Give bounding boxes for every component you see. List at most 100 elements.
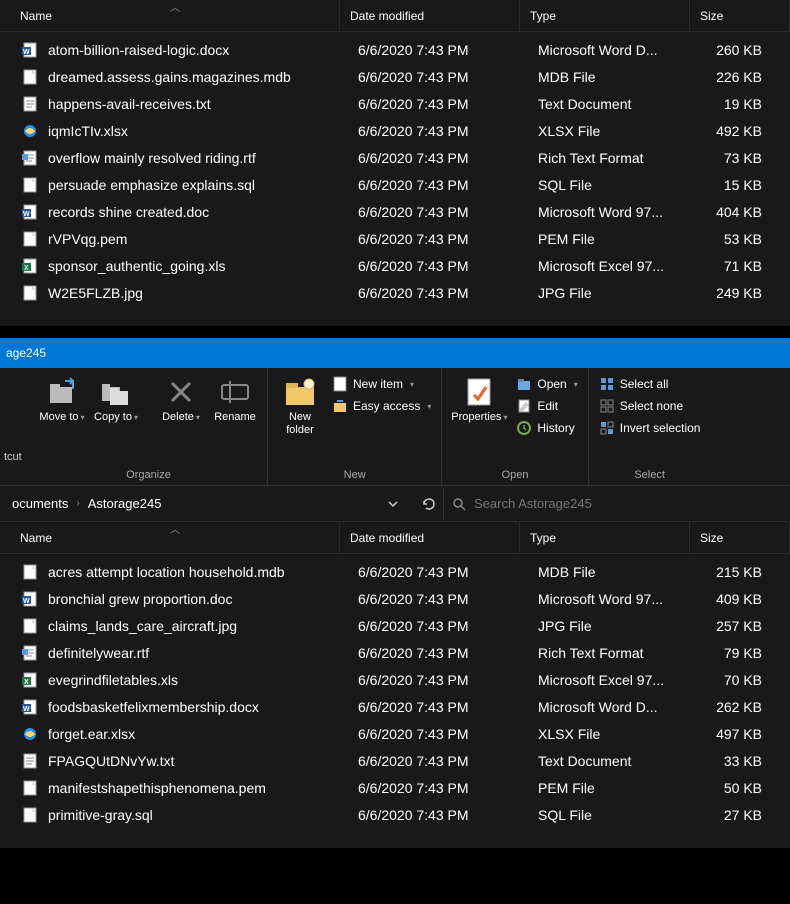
file-type-icon: X [20, 256, 40, 276]
file-name: W2E5FLZB.jpg [48, 285, 358, 301]
window-title-bar[interactable]: age245 [0, 338, 790, 368]
file-size: 71 KB [708, 258, 790, 274]
file-pane-bottom: ︿ Name Date modified Type Size acres att… [0, 522, 790, 848]
ribbon: tcut Move to▾ Copy to▾ Delete▾ Rename Or… [0, 368, 790, 486]
select-none-icon [599, 398, 615, 414]
file-size: 492 KB [708, 123, 790, 139]
file-date: 6/6/2020 7:43 PM [358, 42, 538, 58]
file-date: 6/6/2020 7:43 PM [358, 726, 538, 742]
breadcrumb-item[interactable]: ocuments [8, 494, 72, 513]
file-row[interactable]: Xevegrindfiletables.xls6/6/2020 7:43 PMM… [0, 666, 790, 693]
file-date: 6/6/2020 7:43 PM [358, 204, 538, 220]
search-input[interactable] [474, 496, 782, 511]
file-row[interactable]: claims_lands_care_aircraft.jpg6/6/2020 7… [0, 612, 790, 639]
column-header-size[interactable]: Size [690, 0, 790, 31]
file-row[interactable]: Watom-billion-raised-logic.docx6/6/2020 … [0, 36, 790, 63]
file-size: 27 KB [708, 807, 790, 823]
invert-selection-button[interactable]: Invert selection [595, 418, 705, 438]
file-date: 6/6/2020 7:43 PM [358, 753, 538, 769]
file-row[interactable]: rVPVqg.pem6/6/2020 7:43 PMPEM File53 KB [0, 225, 790, 252]
delete-button[interactable]: Delete▾ [155, 372, 207, 428]
file-name: definitelywear.rtf [48, 645, 358, 661]
file-type-icon [20, 805, 40, 825]
open-button[interactable]: Open▾ [512, 374, 581, 394]
file-type: PEM File [538, 780, 708, 796]
file-type-icon [20, 94, 40, 114]
rename-button[interactable]: Rename [209, 372, 261, 428]
window-title: age245 [6, 346, 46, 360]
file-type: MDB File [538, 69, 708, 85]
navigation-bar: ocuments › Astorage245 [0, 486, 790, 522]
file-size: 409 KB [708, 591, 790, 607]
file-row[interactable]: definitelywear.rtf6/6/2020 7:43 PMRich T… [0, 639, 790, 666]
file-row[interactable]: forget.ear.xlsx6/6/2020 7:43 PMXLSX File… [0, 720, 790, 747]
file-type-icon [20, 229, 40, 249]
file-name: happens-avail-receives.txt [48, 96, 358, 112]
breadcrumb[interactable]: ocuments › Astorage245 [0, 490, 415, 518]
new-item-icon [332, 376, 348, 392]
column-header-date[interactable]: Date modified [340, 522, 520, 553]
file-name: dreamed.assess.gains.magazines.mdb [48, 69, 358, 85]
move-to-button[interactable]: Move to▾ [36, 372, 88, 428]
file-row[interactable]: primitive-gray.sql6/6/2020 7:43 PMSQL Fi… [0, 801, 790, 828]
file-row[interactable]: happens-avail-receives.txt6/6/2020 7:43 … [0, 90, 790, 117]
file-row[interactable]: acres attempt location household.mdb6/6/… [0, 558, 790, 585]
file-row[interactable]: iqmIcTIv.xlsx6/6/2020 7:43 PMXLSX File49… [0, 117, 790, 144]
new-item-button[interactable]: New item▾ [328, 374, 435, 394]
ribbon-group-select: Select all Select none Invert selection … [589, 368, 711, 485]
ribbon-group-open: Properties▾ Open▾ Edit History Open [442, 368, 588, 485]
file-row[interactable]: Xsponsor_authentic_going.xls6/6/2020 7:4… [0, 252, 790, 279]
svg-text:W: W [23, 211, 30, 218]
history-button[interactable]: History [512, 418, 581, 438]
file-date: 6/6/2020 7:43 PM [358, 564, 538, 580]
file-row[interactable]: persuade emphasize explains.sql6/6/2020 … [0, 171, 790, 198]
file-type-icon: W [20, 589, 40, 609]
file-type-icon: W [20, 697, 40, 717]
file-row[interactable]: Wbronchial grew proportion.doc6/6/2020 7… [0, 585, 790, 612]
file-type: JPG File [538, 285, 708, 301]
refresh-button[interactable] [415, 490, 443, 518]
file-type-icon [20, 283, 40, 303]
copy-to-button[interactable]: Copy to▾ [90, 372, 142, 428]
column-header-date[interactable]: Date modified [340, 0, 520, 31]
breadcrumb-item[interactable]: Astorage245 [84, 494, 166, 513]
properties-button[interactable]: Properties▾ [448, 372, 510, 428]
file-type: XLSX File [538, 726, 708, 742]
file-size: 262 KB [708, 699, 790, 715]
column-header-type[interactable]: Type [520, 0, 690, 31]
delete-icon [165, 376, 197, 408]
ribbon-cut-fragment: tcut [0, 368, 30, 485]
column-header-size[interactable]: Size [690, 522, 790, 553]
search-icon [452, 497, 466, 511]
history-icon [516, 420, 532, 436]
file-name: persuade emphasize explains.sql [48, 177, 358, 193]
column-header-row: ︿ Name Date modified Type Size [0, 522, 790, 554]
file-type-icon [20, 616, 40, 636]
new-folder-button[interactable]: New folder [274, 372, 326, 441]
search-box[interactable] [443, 488, 790, 520]
column-header-type[interactable]: Type [520, 522, 690, 553]
file-size: 404 KB [708, 204, 790, 220]
file-name: iqmIcTIv.xlsx [48, 123, 358, 139]
file-name: acres attempt location household.mdb [48, 564, 358, 580]
breadcrumb-dropdown-icon[interactable] [379, 490, 407, 518]
file-row[interactable]: Wrecords shine created.doc6/6/2020 7:43 … [0, 198, 790, 225]
move-to-icon [46, 376, 78, 408]
properties-icon [463, 376, 495, 408]
file-row[interactable]: overflow mainly resolved riding.rtf6/6/2… [0, 144, 790, 171]
select-all-button[interactable]: Select all [595, 374, 705, 394]
file-row[interactable]: Wfoodsbasketfelixmembership.docx6/6/2020… [0, 693, 790, 720]
file-type: Text Document [538, 96, 708, 112]
file-row[interactable]: manifestshapethisphenomena.pem6/6/2020 7… [0, 774, 790, 801]
edit-button[interactable]: Edit [512, 396, 581, 416]
easy-access-button[interactable]: Easy access▾ [328, 396, 435, 416]
file-row[interactable]: dreamed.assess.gains.magazines.mdb6/6/20… [0, 63, 790, 90]
file-row[interactable]: W2E5FLZB.jpg6/6/2020 7:43 PMJPG File249 … [0, 279, 790, 306]
file-name: overflow mainly resolved riding.rtf [48, 150, 358, 166]
file-date: 6/6/2020 7:43 PM [358, 807, 538, 823]
file-date: 6/6/2020 7:43 PM [358, 780, 538, 796]
file-type: XLSX File [538, 123, 708, 139]
select-none-button[interactable]: Select none [595, 396, 705, 416]
file-row[interactable]: FPAGQUtDNvYw.txt6/6/2020 7:43 PMText Doc… [0, 747, 790, 774]
file-name: bronchial grew proportion.doc [48, 591, 358, 607]
